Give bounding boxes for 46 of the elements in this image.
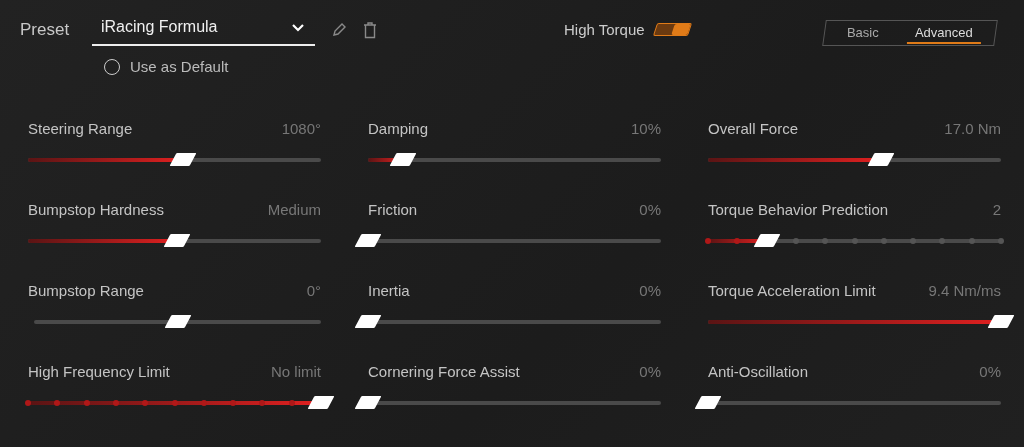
setting-label: Damping bbox=[368, 120, 429, 137]
slider-thumb[interactable] bbox=[867, 152, 895, 166]
setting-label: Bumpstop Hardness bbox=[28, 201, 164, 218]
setting-value: 9.4 Nm/ms bbox=[928, 282, 1001, 299]
slider-thumb[interactable] bbox=[354, 314, 382, 328]
slider-thumb[interactable] bbox=[354, 233, 382, 247]
slider-thumb[interactable] bbox=[307, 395, 335, 409]
setting-value: 0% bbox=[639, 282, 661, 299]
setting-label: Friction bbox=[368, 201, 418, 218]
setting-value: 0° bbox=[306, 282, 321, 299]
setting-value: 1080° bbox=[281, 120, 321, 137]
setting-value: No limit bbox=[271, 363, 321, 380]
slider-thumb[interactable] bbox=[753, 233, 781, 247]
trash-icon[interactable] bbox=[363, 21, 377, 39]
pencil-icon[interactable] bbox=[331, 22, 347, 38]
slider-thumb[interactable] bbox=[389, 152, 417, 166]
preset-label: Preset bbox=[20, 20, 71, 40]
setting-label: High Frequency Limit bbox=[28, 363, 170, 380]
setting-label: Overall Force bbox=[708, 120, 799, 137]
setting-value: 2 bbox=[992, 201, 1001, 218]
default-label: Use as Default bbox=[130, 58, 229, 75]
setting-label: Bumpstop Range bbox=[28, 282, 144, 299]
setting-value: 10% bbox=[630, 120, 661, 137]
setting-label: Steering Range bbox=[28, 120, 133, 137]
slider-thumb[interactable] bbox=[163, 233, 191, 247]
slider-thumb[interactable] bbox=[169, 152, 197, 166]
setting-label: Inertia bbox=[368, 282, 410, 299]
setting-label: Torque Behavior Prediction bbox=[708, 201, 889, 218]
slider-thumb[interactable] bbox=[694, 395, 722, 409]
high-torque-toggle[interactable] bbox=[652, 23, 692, 36]
setting-value: 0% bbox=[979, 363, 1001, 380]
high-torque-label: High Torque bbox=[564, 21, 645, 38]
mode-tab[interactable]: Basic bbox=[839, 22, 887, 44]
setting-label: Anti-Oscillation bbox=[708, 363, 809, 380]
setting-label: Torque Acceleration Limit bbox=[708, 282, 876, 299]
slider-thumb[interactable] bbox=[164, 314, 191, 328]
slider-thumb[interactable] bbox=[987, 314, 1015, 328]
preset-dropdown[interactable]: iRacing Formula bbox=[92, 14, 315, 46]
setting-value: Medium bbox=[267, 201, 321, 218]
mode-tab[interactable]: Advanced bbox=[907, 22, 981, 44]
setting-value: 0% bbox=[639, 201, 661, 218]
slider-thumb[interactable] bbox=[354, 395, 382, 409]
setting-label: Cornering Force Assist bbox=[368, 363, 520, 380]
setting-value: 0% bbox=[639, 363, 661, 380]
setting-value: 17.0 Nm bbox=[944, 120, 1001, 137]
chevron-down-icon bbox=[291, 22, 305, 32]
